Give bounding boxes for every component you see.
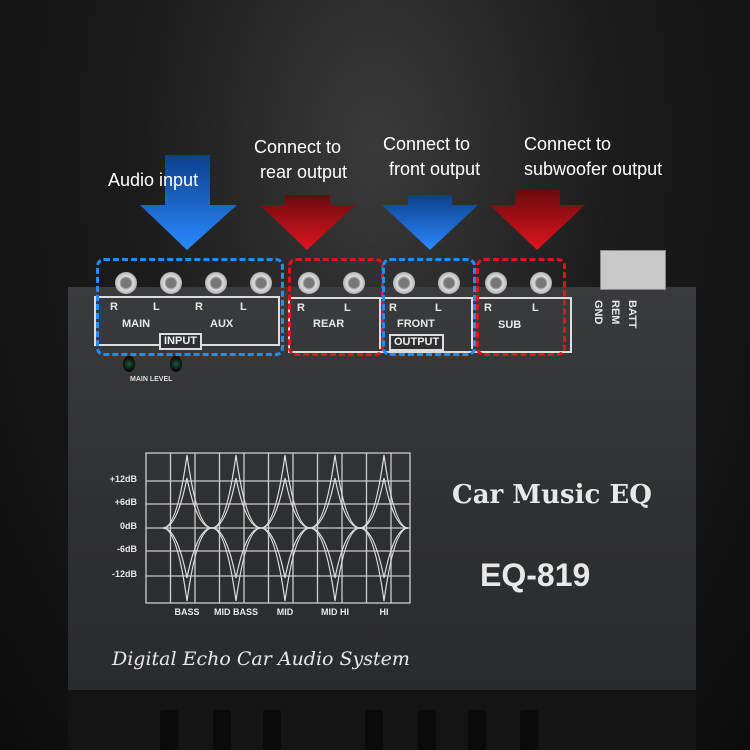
eq-curve bbox=[359, 477, 409, 529]
front-knob[interactable] bbox=[520, 710, 538, 750]
input-highlight bbox=[96, 258, 284, 356]
main-level-knob-right[interactable] bbox=[170, 356, 182, 372]
front-knob[interactable] bbox=[263, 710, 281, 750]
product-name: Car Music EQ bbox=[452, 480, 652, 510]
sub-arrow-icon bbox=[490, 190, 585, 250]
batt-label: BATT bbox=[626, 300, 638, 329]
model-number: EQ-819 bbox=[480, 557, 591, 593]
front-knob[interactable] bbox=[418, 710, 436, 750]
y-tick-label: +12dB bbox=[109, 474, 137, 484]
main-level-label: MAIN LEVEL bbox=[130, 376, 173, 383]
front-knob[interactable] bbox=[365, 710, 383, 750]
y-tick-label: -12dB bbox=[111, 569, 137, 579]
main-level-knob-left[interactable] bbox=[123, 356, 135, 372]
band-label: HI bbox=[379, 607, 389, 617]
callout-front: Connect to front output bbox=[383, 132, 480, 182]
callout-sub-line2: subwoofer output bbox=[524, 159, 663, 179]
front-arrow-icon bbox=[382, 195, 478, 250]
front-knob[interactable] bbox=[213, 710, 231, 750]
gnd-label: GND bbox=[592, 300, 604, 325]
eq-curve bbox=[359, 527, 409, 602]
front-knob[interactable] bbox=[160, 710, 178, 750]
power-terminal bbox=[600, 250, 666, 290]
y-tick-label: -6dB bbox=[117, 544, 137, 554]
power-labels: GND REM BATT bbox=[592, 300, 638, 329]
y-tick-label: 0dB bbox=[119, 521, 137, 531]
eq-graph bbox=[145, 452, 411, 604]
callout-front-line1: Connect to bbox=[383, 134, 471, 154]
callout-rear-line2: rear output bbox=[260, 162, 348, 182]
callout-front-line2: front output bbox=[389, 159, 481, 179]
callout-sub: Connect to subwoofer output bbox=[524, 132, 662, 182]
callout-rear-line1: Connect to bbox=[254, 137, 342, 157]
callout-sub-line1: Connect to bbox=[524, 134, 612, 154]
eq-curve bbox=[359, 527, 409, 579]
product-tagline: Digital Echo Car Audio System bbox=[112, 648, 410, 670]
eq-curve bbox=[359, 454, 409, 529]
y-tick-label: +6dB bbox=[114, 497, 137, 507]
front-knob[interactable] bbox=[468, 710, 486, 750]
rear-highlight bbox=[288, 258, 384, 356]
rear-arrow-icon bbox=[260, 195, 355, 250]
rem-label: REM bbox=[609, 300, 621, 325]
front-highlight bbox=[382, 258, 476, 356]
sub-highlight bbox=[476, 258, 566, 356]
callout-rear: Connect to rear output bbox=[254, 135, 347, 185]
callout-audio-input: Audio input bbox=[108, 170, 199, 190]
